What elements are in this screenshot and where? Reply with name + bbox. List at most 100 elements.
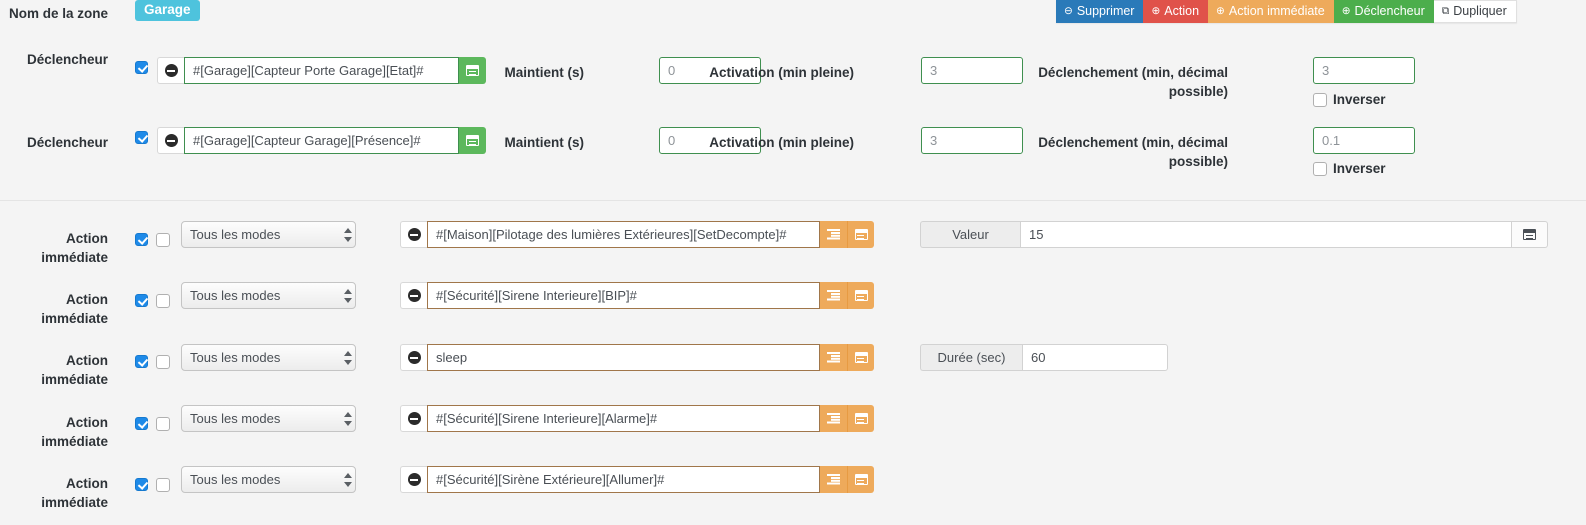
- action-expression-input-4[interactable]: [427, 405, 820, 432]
- trigger-enabled-checkbox-2[interactable]: [135, 131, 148, 144]
- action-expression-group-1: [400, 221, 874, 248]
- add-immediate-action-button-label: Action immédiate: [1228, 4, 1325, 18]
- action-label-3: Action immédiate: [41, 353, 108, 387]
- action-mode-select-4[interactable]: Tous les modes: [181, 405, 356, 432]
- action-label-4: Action immédiate: [41, 415, 108, 449]
- action-extra-input-3[interactable]: [1022, 344, 1168, 371]
- trigger-inverser-label-1: Inverser: [1333, 92, 1386, 107]
- trigger-expression-input-1[interactable]: [184, 57, 459, 84]
- remove-trigger-button-2[interactable]: [157, 127, 184, 154]
- minus-circle-icon: [164, 134, 178, 147]
- zone-name-label: Nom de la zone: [8, 6, 108, 21]
- action-expression-group-3: [400, 344, 874, 371]
- trigger-expression-group-1: [157, 57, 486, 84]
- minus-circle-icon: [164, 64, 178, 77]
- trigger-declenchement-label-1: Déclenchement (min, décimal possible): [1038, 65, 1228, 99]
- automation-scenario-editor: ⊖ Supprimer ⊕ Action ⊕ Action immédiate …: [0, 0, 1586, 525]
- list-alt-icon: [854, 290, 868, 301]
- minus-circle-icon: [407, 473, 421, 486]
- action-expression-input-3[interactable]: [427, 344, 820, 371]
- trigger-inverser-checkbox-1[interactable]: [1313, 92, 1327, 107]
- action-enabled-checkbox-3[interactable]: [135, 355, 148, 368]
- remove-trigger-button-1[interactable]: [157, 57, 184, 84]
- trigger-expression-input-2[interactable]: [184, 127, 459, 154]
- action-secondary-checkbox-4[interactable]: [156, 417, 170, 431]
- trigger-label-2: Déclencheur: [26, 135, 108, 150]
- add-immediate-action-button[interactable]: ⊕ Action immédiate: [1208, 0, 1334, 23]
- minus-circle-icon: [407, 289, 421, 302]
- action-expression-picker-button-3[interactable]: [847, 344, 874, 371]
- indent-icon: [827, 290, 840, 301]
- remove-action-button-3[interactable]: [400, 344, 427, 371]
- trigger-activation-label-1: Activation (min pleine): [709, 65, 854, 80]
- indent-icon: [827, 352, 840, 363]
- remove-action-button-4[interactable]: [400, 405, 427, 432]
- action-mode-select-2[interactable]: Tous les modes: [181, 282, 356, 309]
- trigger-inverser-label-2: Inverser: [1333, 161, 1386, 176]
- action-expression-picker-button-2[interactable]: [847, 282, 874, 309]
- trigger-inverser-group-1: Inverser: [1313, 92, 1386, 107]
- zone-name-badge[interactable]: Garage: [135, 0, 200, 21]
- action-secondary-checkbox-5[interactable]: [156, 478, 170, 492]
- action-secondary-checkbox-1[interactable]: [156, 233, 170, 247]
- trigger-declenchement-label-2: Déclenchement (min, décimal possible): [1038, 135, 1228, 169]
- trigger-inverser-group-2: Inverser: [1313, 161, 1386, 176]
- trigger-activation-label-2: Activation (min pleine): [709, 135, 854, 150]
- copy-icon: ⧉: [1441, 5, 1450, 18]
- action-expression-input-5[interactable]: [427, 466, 820, 493]
- action-mode-select-1[interactable]: Tous les modes: [181, 221, 356, 248]
- action-enabled-checkbox-4[interactable]: [135, 417, 148, 430]
- action-mode-select-3[interactable]: Tous les modes: [181, 344, 356, 371]
- remove-action-button-5[interactable]: [400, 466, 427, 493]
- delete-button[interactable]: ⊖ Supprimer: [1056, 0, 1144, 23]
- trigger-expression-group-2: [157, 127, 486, 154]
- remove-action-button-2[interactable]: [400, 282, 427, 309]
- action-label-2: Action immédiate: [41, 292, 108, 326]
- action-expression-input-2[interactable]: [427, 282, 820, 309]
- action-extra-picker-button-1[interactable]: [1512, 221, 1548, 248]
- minus-circle-icon: ⊖: [1064, 5, 1073, 18]
- action-label-1: Action immédiate: [41, 231, 108, 265]
- action-extra-input-1[interactable]: [1020, 221, 1512, 248]
- indent-icon: [827, 413, 840, 424]
- section-divider: [0, 200, 1586, 201]
- action-indent-button-5[interactable]: [820, 466, 847, 493]
- duplicate-button-label: Dupliquer: [1453, 4, 1507, 18]
- trigger-declenchement-input-2[interactable]: [1313, 127, 1415, 154]
- action-expression-picker-button-5[interactable]: [847, 466, 874, 493]
- plus-circle-icon: ⊕: [1151, 5, 1161, 18]
- trigger-enabled-checkbox-1[interactable]: [135, 61, 148, 74]
- action-enabled-checkbox-1[interactable]: [135, 233, 148, 246]
- action-indent-button-3[interactable]: [820, 344, 847, 371]
- trigger-declenchement-input-1[interactable]: [1313, 57, 1415, 84]
- duplicate-button[interactable]: ⧉ Dupliquer: [1433, 0, 1517, 23]
- action-indent-button-4[interactable]: [820, 405, 847, 432]
- action-expression-picker-button-4[interactable]: [847, 405, 874, 432]
- trigger-maintient-label-1: Maintient (s): [504, 65, 585, 80]
- action-expression-group-2: [400, 282, 874, 309]
- delete-button-label: Supprimer: [1076, 4, 1135, 18]
- add-trigger-button[interactable]: ⊕ Déclencheur: [1333, 0, 1434, 23]
- action-secondary-checkbox-2[interactable]: [156, 294, 170, 308]
- action-extra-group-3: Durée (sec): [920, 344, 1168, 371]
- action-extra-label-1: Valeur: [920, 221, 1020, 248]
- action-expression-input-1[interactable]: [427, 221, 820, 248]
- indent-icon: [827, 229, 840, 240]
- list-alt-icon: [1523, 229, 1536, 240]
- action-expression-picker-button-1[interactable]: [847, 221, 874, 248]
- action-enabled-checkbox-5[interactable]: [135, 478, 148, 491]
- action-secondary-checkbox-3[interactable]: [156, 355, 170, 369]
- action-expression-group-4: [400, 405, 874, 432]
- add-action-button-label: Action: [1164, 4, 1200, 18]
- action-indent-button-1[interactable]: [820, 221, 847, 248]
- trigger-inverser-checkbox-2[interactable]: [1313, 161, 1327, 176]
- action-mode-select-5[interactable]: Tous les modes: [181, 466, 356, 493]
- plus-circle-icon: ⊕: [1216, 5, 1225, 18]
- remove-action-button-1[interactable]: [400, 221, 427, 248]
- indent-icon: [827, 474, 840, 485]
- list-alt-icon: [854, 413, 868, 424]
- action-indent-button-2[interactable]: [820, 282, 847, 309]
- action-enabled-checkbox-2[interactable]: [135, 294, 148, 307]
- add-action-button[interactable]: ⊕ Action: [1143, 0, 1209, 23]
- trigger-maintient-label-2: Maintient (s): [504, 135, 585, 150]
